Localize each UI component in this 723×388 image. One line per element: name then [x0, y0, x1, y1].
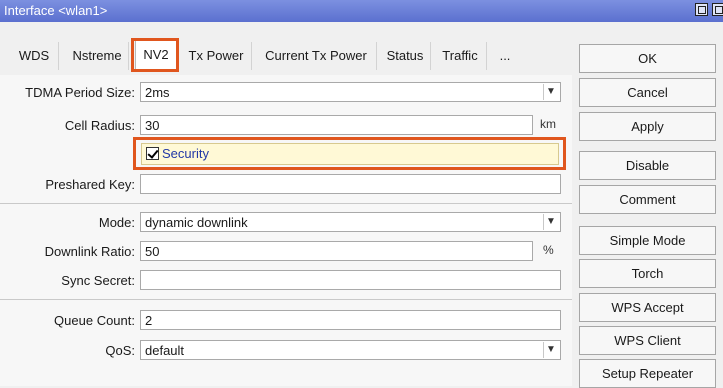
- sync-row: Sync Secret:: [0, 270, 135, 292]
- mode-label: Mode:: [98, 215, 135, 230]
- wps-accept-button[interactable]: WPS Accept: [579, 293, 716, 322]
- tab-more[interactable]: ...: [490, 42, 520, 70]
- preshared-key-label: Preshared Key:: [45, 177, 135, 192]
- tab-nstreme[interactable]: Nstreme: [66, 42, 129, 70]
- tab-traffic[interactable]: Traffic: [434, 42, 487, 70]
- window-titlebar: Interface <wlan1>: [0, 0, 723, 22]
- window-title: Interface <wlan1>: [4, 3, 108, 18]
- downlink-ratio-value: 50: [145, 244, 160, 259]
- divider: [0, 299, 572, 300]
- tab-tx-power[interactable]: Tx Power: [181, 42, 252, 70]
- sync-secret-input[interactable]: [140, 270, 561, 290]
- comment-button[interactable]: Comment: [579, 185, 716, 214]
- tdma-period-label: TDMA Period Size:: [25, 85, 135, 100]
- tdma-period-value: 2ms: [145, 85, 170, 100]
- downlink-row: Downlink Ratio:: [0, 241, 135, 263]
- dropdown-arrow-icon[interactable]: ▼: [543, 84, 558, 100]
- queue-row: Queue Count:: [0, 310, 135, 332]
- setup-repeater-button[interactable]: Setup Repeater: [579, 359, 716, 388]
- nv2-tab-highlight: [131, 38, 179, 72]
- cancel-button[interactable]: Cancel: [579, 78, 716, 107]
- maximize-icon[interactable]: [695, 3, 708, 16]
- simple-mode-button[interactable]: Simple Mode: [579, 226, 716, 255]
- divider: [0, 203, 572, 204]
- tdma-period-select[interactable]: 2ms ▼: [140, 82, 561, 102]
- cell-radius-label: Cell Radius:: [64, 118, 135, 133]
- cell-radius-value: 30: [145, 118, 160, 133]
- mode-value: dynamic downlink: [145, 215, 248, 230]
- disable-button[interactable]: Disable: [579, 151, 716, 180]
- dropdown-arrow-icon[interactable]: ▼: [543, 214, 558, 230]
- apply-button[interactable]: Apply: [579, 112, 716, 141]
- cell-radius-row: Cell Radius:: [0, 115, 135, 137]
- qos-select[interactable]: default ▼: [140, 340, 561, 360]
- cell-radius-input[interactable]: 30: [140, 115, 533, 135]
- queue-count-input[interactable]: 2: [140, 310, 561, 330]
- sync-secret-label: Sync Secret:: [61, 273, 135, 288]
- tdma-label-row: TDMA Period Size:: [0, 82, 135, 104]
- tab-current-tx-power[interactable]: Current Tx Power: [256, 42, 377, 70]
- close-icon[interactable]: [712, 3, 723, 16]
- tab-status[interactable]: Status: [380, 42, 431, 70]
- mode-row: Mode:: [0, 212, 135, 234]
- downlink-ratio-unit: %: [543, 243, 554, 257]
- preshared-row: Preshared Key:: [0, 174, 135, 196]
- preshared-key-input[interactable]: [140, 174, 561, 194]
- ok-button[interactable]: OK: [579, 44, 716, 73]
- torch-button[interactable]: Torch: [579, 259, 716, 288]
- qos-label: QoS:: [105, 343, 135, 358]
- cell-radius-unit: km: [540, 117, 556, 131]
- wps-client-button[interactable]: WPS Client: [579, 326, 716, 355]
- security-highlight: [133, 137, 566, 170]
- tab-wds[interactable]: WDS: [10, 42, 59, 70]
- queue-count-value: 2: [145, 313, 153, 328]
- mode-select[interactable]: dynamic downlink ▼: [140, 212, 561, 232]
- dropdown-arrow-icon[interactable]: ▼: [543, 342, 558, 358]
- qos-row: QoS:: [0, 340, 135, 362]
- qos-value: default: [145, 343, 185, 358]
- downlink-ratio-label: Downlink Ratio:: [44, 244, 135, 259]
- queue-count-label: Queue Count:: [54, 313, 135, 328]
- downlink-ratio-input[interactable]: 50: [140, 241, 533, 261]
